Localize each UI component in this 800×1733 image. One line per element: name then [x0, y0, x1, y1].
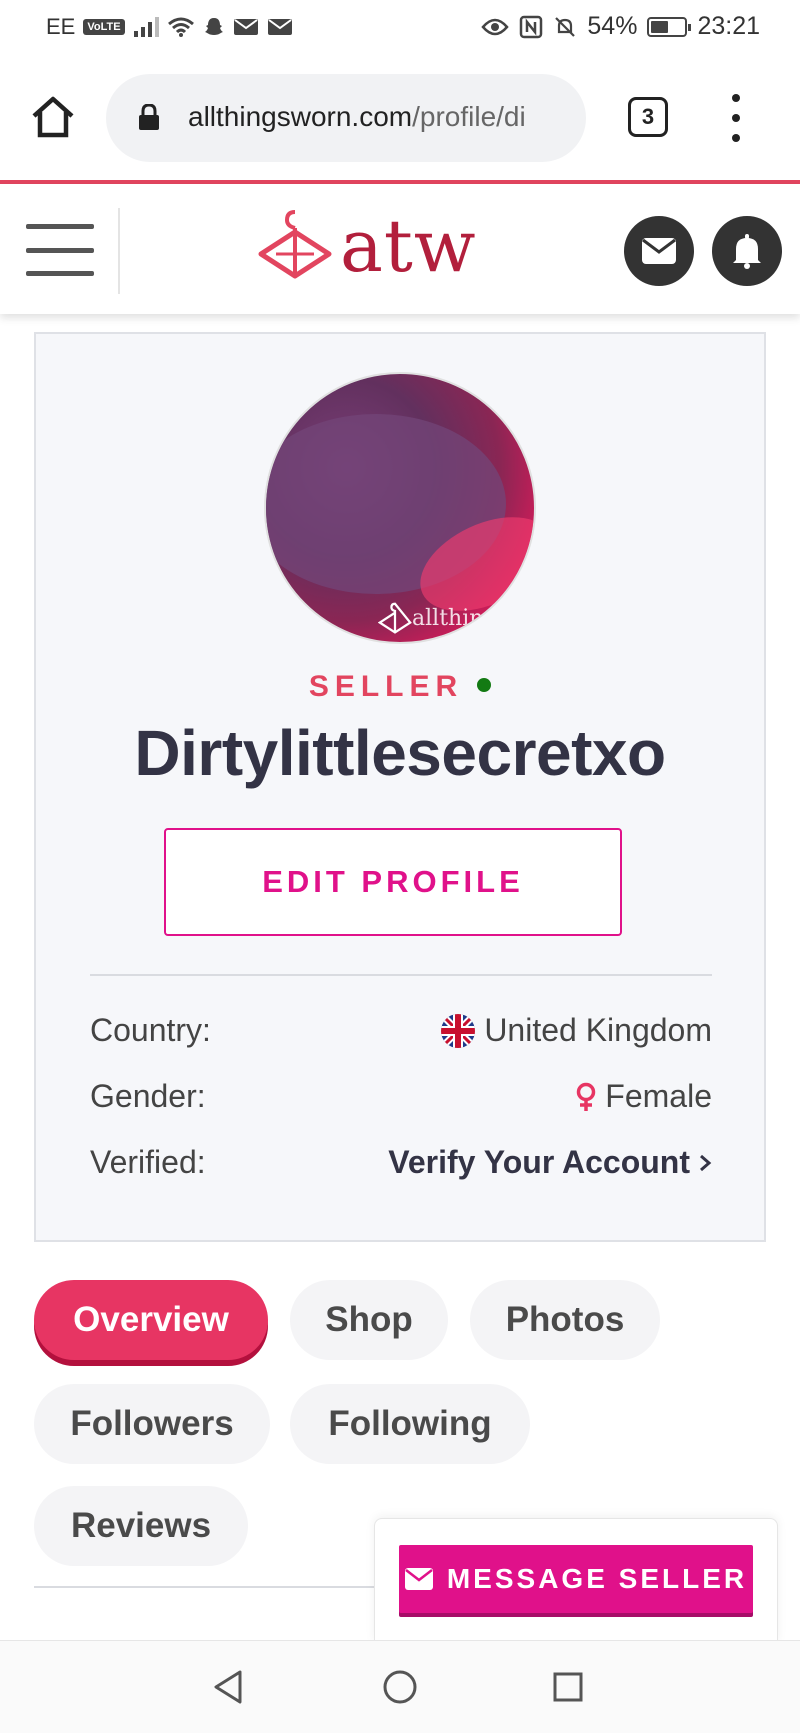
battery-percent: 54%: [587, 12, 638, 40]
online-indicator: [477, 678, 492, 693]
edit-profile-button[interactable]: EDIT PROFILE: [164, 828, 622, 936]
role-label: SELLER: [308, 670, 464, 703]
back-triangle-icon: [214, 1670, 242, 1704]
profile-card: allthings SELLER Dirtylittlesecretxo EDI…: [34, 332, 766, 1242]
wifi-icon: [167, 17, 194, 37]
tabs-divider: [34, 1586, 400, 1588]
signal-icon: [133, 17, 159, 37]
url-domain: allthingsworn.com: [188, 101, 413, 132]
carrier-label: EE: [46, 14, 76, 39]
chevron-right-icon: [700, 1154, 712, 1171]
status-right: 54% 23:21: [481, 12, 760, 41]
status-left: EE VoLTE: [46, 14, 293, 40]
status-bar: EE VoLTE 54% 23:21: [0, 0, 800, 56]
clock: 23:21: [697, 12, 760, 40]
address-bar[interactable]: allthingsworn.com/profile/di: [106, 74, 586, 162]
country-label: Country:: [90, 1012, 211, 1048]
avatar-watermark: allthings: [377, 602, 509, 636]
female-symbol-icon: [577, 1082, 596, 1111]
notifications-button[interactable]: [712, 216, 782, 286]
envelope-icon: [642, 238, 676, 264]
more-vert-icon[interactable]: [730, 94, 742, 142]
country-value: United Kingdom: [484, 1012, 712, 1048]
site-header: atw: [0, 184, 800, 314]
mail-notification-icon-2: [267, 19, 292, 35]
tab-followers[interactable]: Followers: [34, 1384, 270, 1464]
logo-hanger-icon: [258, 210, 332, 279]
recents-square-icon: [553, 1672, 583, 1702]
home-nav-button[interactable]: [378, 1665, 422, 1709]
nfc-icon: [520, 15, 543, 38]
site-logo[interactable]: atw: [258, 208, 477, 284]
gender-row: Gender: Female: [90, 1078, 712, 1128]
tab-shop[interactable]: Shop: [290, 1280, 448, 1360]
watermark-hanger-icon: [377, 602, 412, 634]
bell-icon: [733, 234, 761, 269]
verify-account-text: Verify Your Account: [388, 1144, 690, 1180]
verified-row: Verified: Verify Your Account: [90, 1144, 712, 1194]
volte-badge: VoLTE: [83, 19, 125, 35]
hamburger-menu-icon[interactable]: [26, 224, 94, 276]
page-title: Dirtylittlesecretxo: [134, 717, 666, 789]
logo-text: atw: [340, 204, 477, 288]
envelope-icon: [404, 1568, 433, 1590]
verified-label: Verified:: [90, 1144, 206, 1180]
uk-flag-icon: [441, 1013, 476, 1048]
message-seller-panel: MESSAGE SELLER: [374, 1518, 778, 1643]
home-icon: [32, 96, 74, 138]
tab-photos[interactable]: Photos: [470, 1280, 660, 1360]
avatar[interactable]: allthings: [264, 372, 536, 644]
mute-bell-icon: [555, 16, 576, 37]
header-divider: [118, 208, 120, 294]
divider: [90, 974, 712, 976]
message-seller-label: MESSAGE SELLER: [446, 1563, 748, 1594]
browser-home-button[interactable]: [30, 94, 76, 140]
tab-overview[interactable]: Overview: [34, 1280, 268, 1360]
lock-icon: [139, 104, 159, 130]
tab-switcher-button[interactable]: 3: [628, 97, 668, 137]
country-value-wrap: United Kingdom: [440, 1012, 712, 1049]
back-button[interactable]: [206, 1665, 250, 1709]
country-row: Country: United Kingdom: [90, 1012, 712, 1062]
url-text: allthingsworn.com/profile/di: [188, 101, 526, 133]
home-circle-icon: [383, 1670, 417, 1704]
verify-account-link[interactable]: Verify Your Account: [388, 1144, 712, 1181]
tab-reviews[interactable]: Reviews: [34, 1486, 248, 1566]
battery-icon: [647, 16, 692, 37]
gender-value-wrap: Female: [575, 1078, 712, 1115]
gender-value: Female: [605, 1078, 712, 1114]
snapchat-icon: [204, 18, 223, 35]
message-seller-button[interactable]: MESSAGE SELLER: [399, 1545, 753, 1613]
system-nav-bar: [0, 1640, 800, 1733]
eye-icon: [481, 18, 510, 35]
recents-button[interactable]: [546, 1665, 590, 1709]
gender-label: Gender:: [90, 1078, 206, 1114]
role-line: SELLER: [36, 670, 764, 704]
url-path: /profile/di: [412, 101, 526, 132]
tab-following[interactable]: Following: [290, 1384, 530, 1464]
messages-button[interactable]: [624, 216, 694, 286]
browser-toolbar: allthingsworn.com/profile/di 3: [0, 56, 800, 180]
mail-notification-icon: [233, 19, 258, 35]
